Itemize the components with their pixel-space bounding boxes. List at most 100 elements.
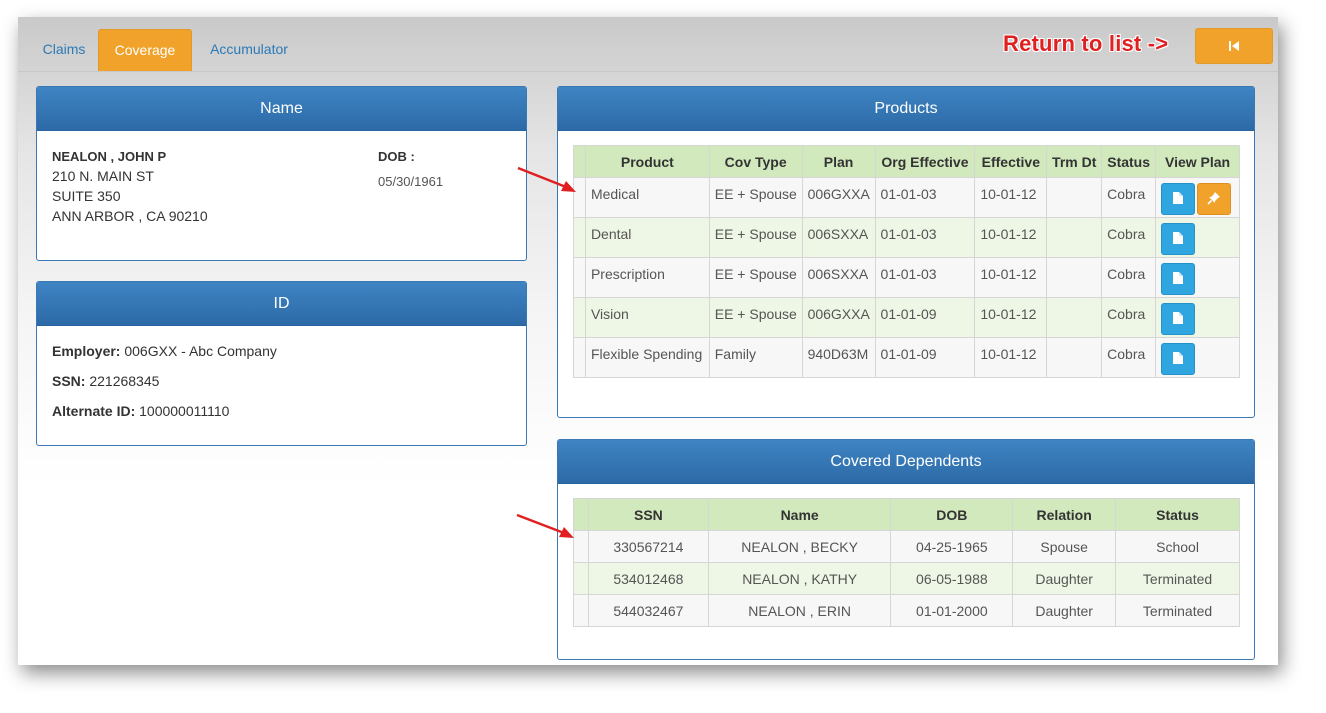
status-cell: Cobra bbox=[1101, 337, 1157, 378]
view-plan-cell bbox=[1155, 297, 1240, 338]
dob-cell: 01-01-2000 bbox=[890, 594, 1014, 627]
return-to-list-label: Return to list -> bbox=[1003, 31, 1169, 56]
employer-value: 006GXX - Abc Company bbox=[124, 343, 277, 359]
ssn-label: SSN: bbox=[52, 373, 86, 389]
relation-cell: Daughter bbox=[1012, 594, 1117, 627]
plan-cell: 006SXXA bbox=[801, 257, 876, 298]
status-cell: Cobra bbox=[1101, 217, 1157, 258]
table-row[interactable]: 534012468 NEALON , KATHY 06-05-1988 Daug… bbox=[573, 562, 1240, 595]
products-header-row: Product Cov Type Plan Org Effective Effe… bbox=[573, 145, 1240, 178]
pushpin-icon bbox=[1207, 192, 1221, 205]
view-plan-button[interactable] bbox=[1161, 343, 1196, 375]
member-name: NEALON , JOHN P bbox=[52, 149, 167, 164]
id-panel-title: ID bbox=[37, 282, 526, 326]
effective-cell: 10-01-12 bbox=[974, 337, 1048, 378]
name-panel-title: Name bbox=[37, 87, 526, 131]
product-cell: Dental bbox=[584, 217, 710, 258]
table-row[interactable]: 544032467 NEALON , ERIN 01-01-2000 Daugh… bbox=[573, 594, 1240, 627]
table-row[interactable]: Medical EE + Spouse 006GXXA 01-01-03 10-… bbox=[573, 177, 1240, 218]
org-effective-cell: 01-01-03 bbox=[874, 177, 976, 218]
return-to-list-button[interactable] bbox=[1195, 28, 1273, 64]
view-plan-cell bbox=[1155, 257, 1240, 298]
app-window: Claims Coverage Accumulator Return to li… bbox=[18, 17, 1278, 665]
address-line-1: 210 N. MAIN ST bbox=[52, 168, 154, 184]
row-spacer bbox=[573, 297, 586, 338]
cov-type-cell: EE + Spouse bbox=[708, 177, 803, 218]
dob-value: 05/30/1961 bbox=[378, 174, 444, 189]
view-plan-button[interactable] bbox=[1161, 183, 1196, 215]
tab-bar: Claims Coverage Accumulator Return to li… bbox=[18, 17, 1278, 72]
org-effective-cell: 01-01-03 bbox=[874, 217, 976, 258]
employer-label: Employer: bbox=[52, 343, 121, 359]
document-icon bbox=[1173, 312, 1184, 324]
col-relation: Relation bbox=[1012, 498, 1117, 531]
row-spacer bbox=[573, 337, 586, 378]
dob-cell: 06-05-1988 bbox=[890, 562, 1014, 595]
red-arrow-icon bbox=[516, 513, 574, 538]
col-dependent-status: Status bbox=[1115, 498, 1240, 531]
col-view-plan: View Plan bbox=[1155, 145, 1240, 178]
cov-type-cell: EE + Spouse bbox=[708, 217, 803, 258]
view-plan-button[interactable] bbox=[1161, 223, 1196, 255]
name-cell: NEALON , BECKY bbox=[707, 530, 892, 563]
col-product: Product bbox=[584, 145, 710, 178]
document-icon bbox=[1173, 192, 1184, 204]
effective-cell: 10-01-12 bbox=[974, 217, 1048, 258]
plan-cell: 940D63M bbox=[801, 337, 876, 378]
red-arrow-icon bbox=[517, 166, 576, 192]
row-spacer bbox=[573, 562, 589, 595]
table-row[interactable]: Flexible Spending Family 940D63M 01-01-0… bbox=[573, 337, 1240, 378]
table-row[interactable]: Vision EE + Spouse 006GXXA 01-01-09 10-0… bbox=[573, 297, 1240, 338]
table-row[interactable]: Prescription EE + Spouse 006SXXA 01-01-0… bbox=[573, 257, 1240, 298]
employer-row: Employer: 006GXX - Abc Company bbox=[52, 343, 277, 359]
trm-dt-cell bbox=[1046, 177, 1103, 218]
view-plan-button[interactable] bbox=[1161, 303, 1196, 335]
col-dob: DOB bbox=[890, 498, 1014, 531]
row-spacer bbox=[573, 594, 589, 627]
status-cell: Terminated bbox=[1115, 594, 1240, 627]
document-icon bbox=[1173, 272, 1184, 284]
view-plan-cell bbox=[1155, 177, 1240, 218]
address-line-2: SUITE 350 bbox=[52, 188, 121, 204]
id-panel: ID Employer: 006GXX - Abc Company SSN: 2… bbox=[36, 281, 527, 446]
col-plan: Plan bbox=[801, 145, 876, 178]
view-plan-button[interactable] bbox=[1161, 263, 1196, 295]
tab-coverage[interactable]: Coverage bbox=[98, 29, 192, 71]
trm-dt-cell bbox=[1046, 217, 1103, 258]
ssn-cell: 544032467 bbox=[587, 594, 709, 627]
dependents-header-row: SSN Name DOB Relation Status bbox=[573, 498, 1240, 531]
status-cell: Cobra bbox=[1101, 257, 1157, 298]
trm-dt-cell bbox=[1046, 337, 1103, 378]
status-cell: Cobra bbox=[1101, 177, 1157, 218]
col-trm-dt: Trm Dt bbox=[1046, 145, 1103, 178]
status-cell: School bbox=[1115, 530, 1240, 563]
dob-cell: 04-25-1965 bbox=[890, 530, 1014, 563]
effective-cell: 10-01-12 bbox=[974, 297, 1048, 338]
tab-claims[interactable]: Claims bbox=[23, 29, 105, 70]
col-cov-type: Cov Type bbox=[708, 145, 803, 178]
table-row[interactable]: 330567214 NEALON , BECKY 04-25-1965 Spou… bbox=[573, 530, 1240, 563]
col-name: Name bbox=[707, 498, 892, 531]
pin-plan-button[interactable] bbox=[1197, 183, 1232, 215]
name-cell: NEALON , KATHY bbox=[707, 562, 892, 595]
table-row[interactable]: Dental EE + Spouse 006SXXA 01-01-03 10-0… bbox=[573, 217, 1240, 258]
org-effective-cell: 01-01-03 bbox=[874, 257, 976, 298]
products-panel-title: Products bbox=[558, 87, 1254, 131]
view-plan-cell bbox=[1155, 337, 1240, 378]
view-plan-cell bbox=[1155, 217, 1240, 258]
dependents-panel: Covered Dependents SSN Name DOB Relation… bbox=[557, 439, 1255, 660]
cov-type-cell: Family bbox=[708, 337, 803, 378]
ssn-value: 221268345 bbox=[89, 373, 160, 389]
tab-accumulator[interactable]: Accumulator bbox=[198, 29, 300, 70]
col-org-effective: Org Effective bbox=[874, 145, 976, 178]
col-status: Status bbox=[1101, 145, 1157, 178]
document-icon bbox=[1173, 352, 1184, 364]
col-ssn: SSN bbox=[587, 498, 709, 531]
plan-cell: 006SXXA bbox=[801, 217, 876, 258]
name-cell: NEALON , ERIN bbox=[707, 594, 892, 627]
product-cell: Prescription bbox=[584, 257, 710, 298]
row-spacer bbox=[573, 217, 586, 258]
ssn-cell: 330567214 bbox=[587, 530, 709, 563]
plan-cell: 006GXXA bbox=[801, 177, 876, 218]
dob-label: DOB : bbox=[378, 149, 415, 164]
